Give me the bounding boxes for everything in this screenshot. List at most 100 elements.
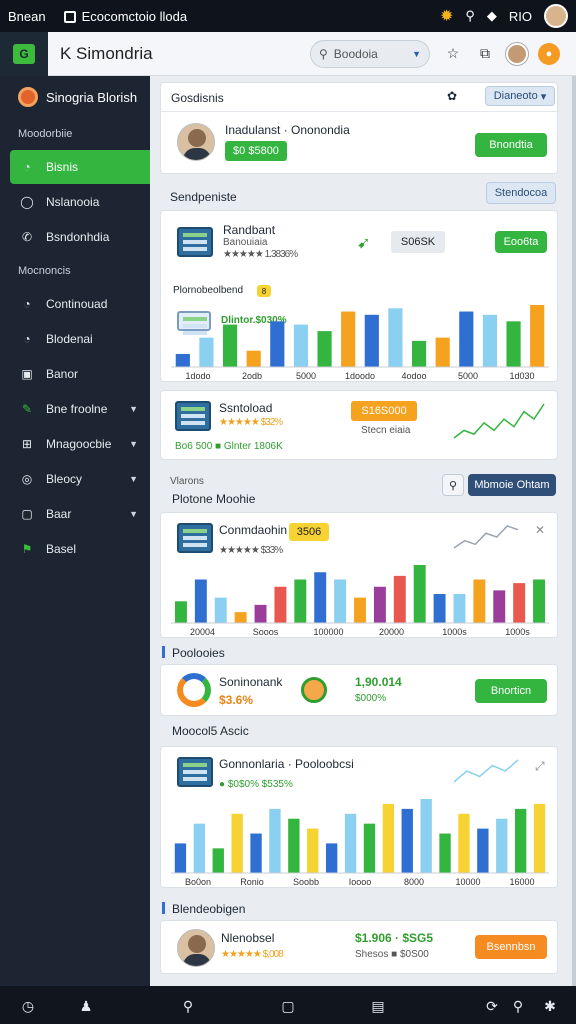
person-icon[interactable]: ♟: [76, 996, 96, 1016]
search-icon[interactable]: ⚲: [508, 996, 528, 1016]
summary-badge: S16S000: [351, 401, 417, 421]
chart-bar: [363, 823, 376, 873]
search-dropdown[interactable]: ⚲ Boodoia ▼: [310, 39, 430, 68]
notification-icon[interactable]: ●: [538, 42, 560, 65]
summary-badge-sub: Stecn eiaia: [361, 425, 411, 436]
sidebar-item-label: Bleocy: [46, 472, 83, 486]
refresh-icon[interactable]: ⟳: [482, 996, 502, 1016]
chart-bar: [231, 813, 243, 873]
chevron-down-icon: ▼: [129, 439, 138, 449]
square-icon[interactable]: ▢: [278, 996, 298, 1016]
search-icon: ⚲: [319, 46, 328, 61]
sidebar-item-baar[interactable]: ▢ Baar ▼: [10, 497, 150, 531]
sidebar-item-continouad[interactable]: ◔ Continouad: [10, 287, 150, 321]
chart-bar: [411, 340, 427, 367]
chart-tick-label: Soobb: [293, 877, 319, 887]
grid-icon[interactable]: ✱: [540, 996, 560, 1016]
chart-bar: [530, 305, 545, 367]
close-icon[interactable]: ✕: [535, 523, 545, 537]
chart-tick-label: 20000: [379, 627, 404, 637]
chart-bar: [435, 337, 450, 367]
profile-summary-card: Nlenobsel ★★★★★ $,008 $1.906 · $SG5 Shes…: [160, 920, 558, 974]
section-filter-button[interactable]: Stendocoa: [486, 182, 556, 204]
sidebar-item-label: Blodenai: [46, 332, 93, 346]
share-icon[interactable]: ⧉: [474, 43, 496, 65]
product-action-button[interactable]: Eoo6ta: [495, 231, 547, 253]
chart-bar: [453, 594, 466, 623]
square-icon: ▣: [21, 367, 33, 381]
profile-summary-name: Nlenobsel: [221, 931, 275, 945]
chart-bar: [175, 353, 190, 367]
card-header: Gosdisnis: [171, 91, 224, 105]
chart-bar: [533, 579, 546, 623]
chart-bar: [199, 337, 214, 367]
chart-bar: [234, 612, 247, 623]
chart-card-rating: ★★★★★ $33%: [219, 545, 283, 556]
summary-name: Ssntoload: [219, 401, 273, 415]
app-logo-box[interactable]: G: [0, 31, 48, 76]
sidebar-item-mnagoocbie[interactable]: ⊞ Mnagoocbie ▼: [10, 427, 150, 461]
sidebar-item-basel[interactable]: ⚑ Basel: [10, 532, 150, 566]
bookmark-icon[interactable]: ✿: [447, 89, 457, 103]
circle-icon: ◯: [20, 195, 34, 209]
section-accent: [162, 646, 165, 658]
sparkline: [453, 525, 519, 549]
expand-icon[interactable]: ⤢: [535, 759, 545, 774]
section-action-button[interactable]: Mbmoie Ohtam: [468, 474, 556, 496]
header-dropdown[interactable]: Dianeoto ▾: [485, 86, 555, 106]
shield-icon[interactable]: ◆: [487, 8, 497, 24]
stat-amount: 1,90.014: [355, 675, 402, 689]
clock-icon[interactable]: ◷: [18, 996, 38, 1016]
sidebar-item-banor[interactable]: ▣ Banor: [10, 357, 150, 391]
profile-action-button[interactable]: Bnondtia: [475, 133, 547, 157]
search-icon[interactable]: ⚲: [178, 996, 198, 1016]
sidebar-item-bisnis[interactable]: ◔ Bisnis: [10, 150, 150, 184]
chart-card-name: Conmdaohin: [219, 523, 288, 537]
sidebar-item-blodenai[interactable]: ◔ Blodenai: [10, 322, 150, 356]
star-icon[interactable]: ☆: [442, 43, 464, 65]
main-content: Gosdisnis ✿ Dianeoto ▾ Inadulanst · Onon…: [150, 76, 572, 986]
chevron-down-icon: ▼: [412, 48, 421, 59]
active-tab[interactable]: Ecocomctoio lloda: [63, 9, 187, 24]
chart-bar: [344, 813, 357, 873]
sidebar-item-bleocy[interactable]: ◎ Bleocy ▼: [10, 462, 150, 496]
avatar: [177, 929, 215, 967]
search-button[interactable]: ⚲: [442, 474, 464, 496]
chart-bar: [288, 818, 300, 873]
chart-bar: [250, 833, 262, 873]
sidebar-brand[interactable]: Sinogria Blorish: [0, 76, 150, 118]
chart-tick-label: Ioooo: [349, 877, 372, 887]
search-icon[interactable]: ⚲: [465, 8, 475, 24]
chart-bar: [307, 828, 319, 873]
avatar[interactable]: [544, 4, 568, 28]
sidebar-item-nslanooia[interactable]: ◯ Nslanooia: [10, 185, 150, 219]
chart-label: Plornobeolbend: [173, 285, 244, 296]
chart-bar: [401, 808, 413, 873]
chart-bar: [493, 590, 506, 623]
sidebar-item-label: Bisnis: [46, 160, 79, 174]
chart-bar: [513, 583, 526, 623]
sidebar-item-label: Nslanooia: [46, 195, 100, 209]
product-illustration-icon: [177, 757, 213, 787]
profile-summary-button[interactable]: Bsennbsn: [475, 935, 547, 959]
sidebar-item-bne-froolne[interactable]: ✎ Bne froolne ▼: [10, 392, 150, 426]
chart-bar: [174, 601, 187, 623]
sparkline-line: [453, 403, 545, 439]
user-avatar[interactable]: [506, 42, 528, 65]
stat-action-button[interactable]: Bnorticn: [475, 679, 547, 703]
card-icon[interactable]: ▤: [368, 996, 388, 1016]
tab-icon: [63, 11, 76, 24]
chart-card: Conmdaohin 3506 ★★★★★ $33% ✕ 20004 Sooos 1…: [160, 512, 558, 638]
chart-bar: [212, 848, 224, 873]
chart-bar: [246, 350, 261, 367]
sun-icon[interactable]: ✹: [440, 6, 453, 26]
scrollbar[interactable]: [572, 76, 576, 986]
sidebar-item-bsndonhdia[interactable]: ✆ Bsndonhdia: [10, 220, 150, 254]
stat-card: Soninonank $3.6% 1,90.014 $000% Bnorticn: [160, 664, 558, 716]
chart-bar: [533, 803, 546, 873]
chevron-down-icon: ▼: [129, 404, 138, 414]
sparkline-line: [453, 525, 519, 549]
chart-bar: [459, 311, 474, 367]
app-header: G K Simondria ⚲ Boodoia ▼ ☆ ⧉ ●: [0, 31, 576, 76]
chart-bar: [274, 586, 287, 623]
